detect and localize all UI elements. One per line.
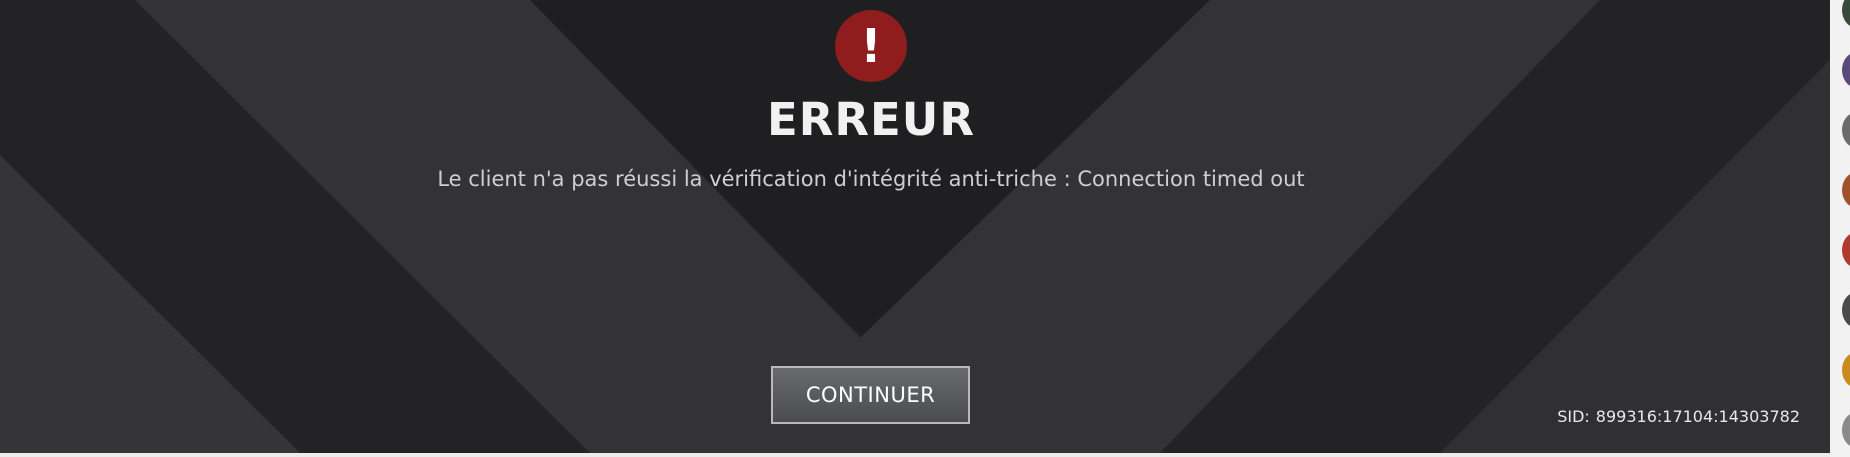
continue-button[interactable]: CONTINUER xyxy=(771,366,970,424)
error-message: Le client n'a pas réussi la vérification… xyxy=(437,167,1305,191)
error-screen: ! ERREUR Le client n'a pas réussi la vér… xyxy=(0,0,1830,453)
avatar-icon[interactable] xyxy=(1842,292,1850,328)
avatar-icon[interactable] xyxy=(1842,172,1850,208)
avatar-icon[interactable] xyxy=(1842,112,1850,148)
session-id-label: SID: xyxy=(1557,407,1590,426)
exclamation-icon: ! xyxy=(835,10,907,82)
bottom-divider xyxy=(0,453,1830,457)
avatar-icon[interactable] xyxy=(1842,0,1850,28)
session-id-value: 899316:17104:14303782 xyxy=(1595,407,1800,426)
avatar-icon[interactable] xyxy=(1842,52,1850,88)
error-title: ERREUR xyxy=(767,93,975,146)
avatar-icon[interactable] xyxy=(1842,232,1850,268)
session-id: SID: 899316:17104:14303782 xyxy=(1557,405,1800,429)
avatar-icon[interactable] xyxy=(1842,412,1850,448)
side-avatar-strip xyxy=(1830,0,1850,457)
avatar-icon[interactable] xyxy=(1842,352,1850,388)
